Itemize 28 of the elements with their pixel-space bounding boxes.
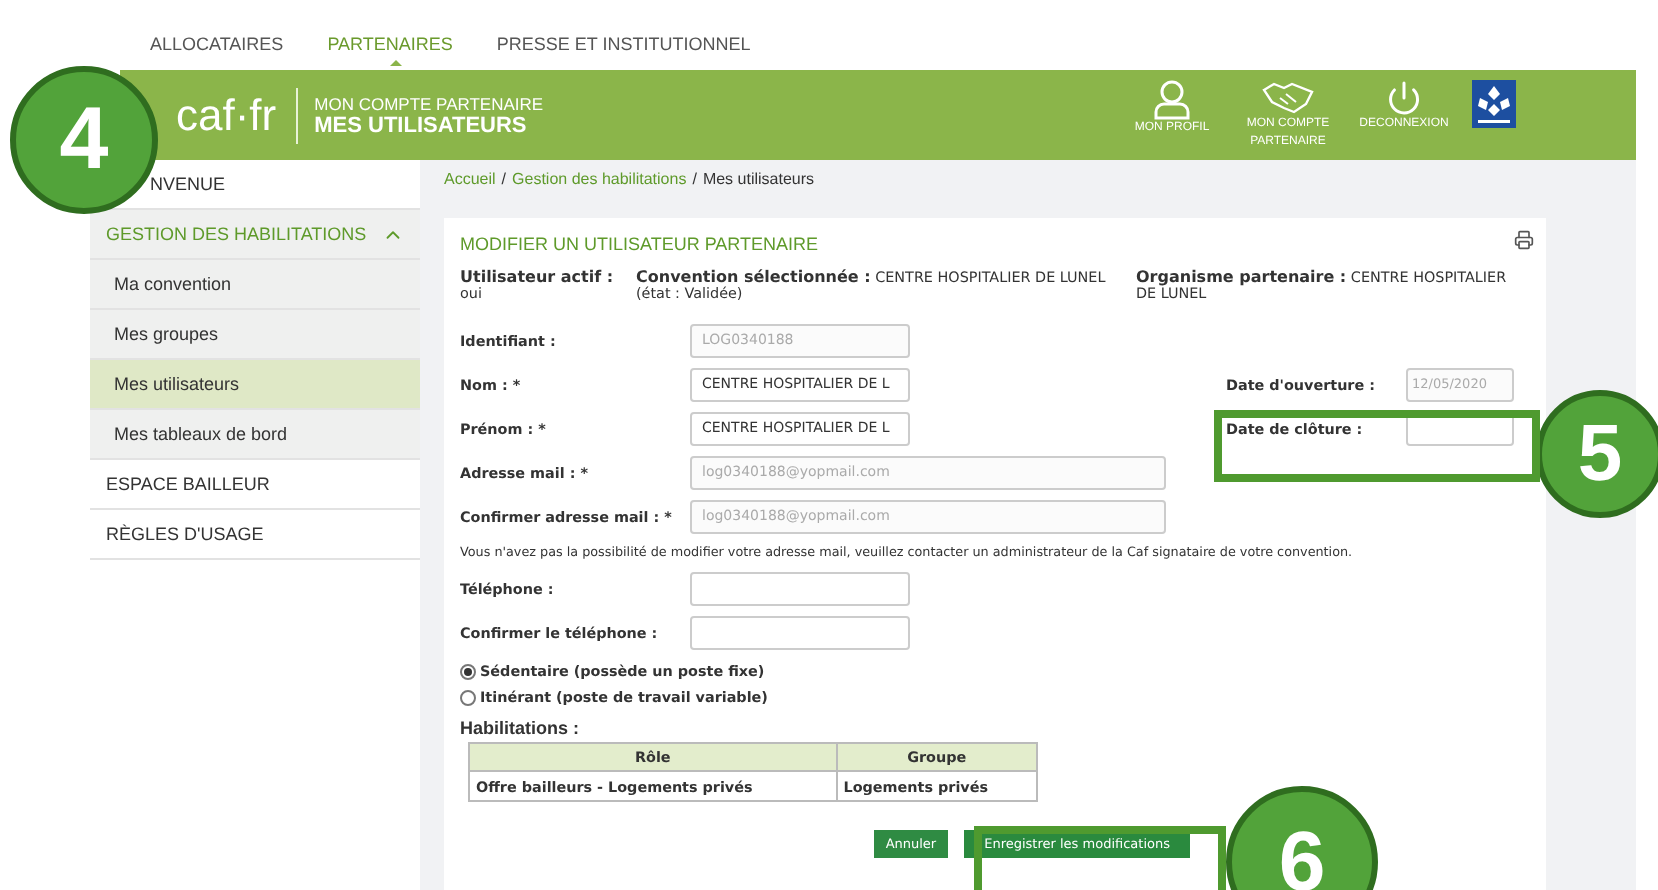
breadcrumb-separator: / — [692, 170, 697, 192]
print-icon[interactable] — [1514, 230, 1534, 250]
sidebar-section[interactable]: GESTION DES HABILITATIONS — [90, 210, 420, 260]
logo: caf·fr — [176, 87, 299, 143]
sidebar-item[interactable]: Mes groupes — [90, 310, 420, 360]
header-subtitle: MON COMPTE PARTENAIRE — [314, 93, 544, 113]
text-field[interactable] — [690, 615, 910, 649]
sidebar-item[interactable]: Mes tableaux de bord — [90, 410, 420, 460]
sidebar-item[interactable]: Mes utilisateurs — [90, 360, 420, 410]
nav-link[interactable]: PARTENAIRES — [327, 34, 453, 66]
section-title: Habilitations : — [460, 718, 582, 738]
power-icon — [1386, 79, 1422, 115]
sidebar-item[interactable]: NVENUE — [150, 174, 226, 194]
text-field[interactable] — [690, 571, 910, 605]
emblem-icon — [1472, 79, 1516, 127]
radio-button[interactable] — [460, 663, 476, 679]
breadcrumb-link[interactable]: Accueil — [444, 170, 496, 218]
form-title: MODIFIER UN UTILISATEUR PARTENAIRE — [460, 234, 819, 254]
nav-link[interactable]: ALLOCATAIRES — [150, 34, 284, 66]
handshake-icon — [1262, 79, 1314, 115]
nav-link[interactable]: PRESSE ET INSTITUTIONNEL — [496, 34, 751, 66]
breadcrumb-link[interactable]: Gestion des habilitations — [512, 170, 687, 218]
sidebar-item[interactable]: Ma convention — [90, 260, 420, 310]
breadcrumb-separator: / — [501, 170, 507, 192]
radio-button[interactable] — [460, 689, 476, 705]
page-title: MES UTILISATEURS — [314, 113, 529, 137]
breadcrumb-link[interactable]: Mes utilisateurs — [702, 170, 815, 218]
user-icon — [1154, 79, 1190, 119]
